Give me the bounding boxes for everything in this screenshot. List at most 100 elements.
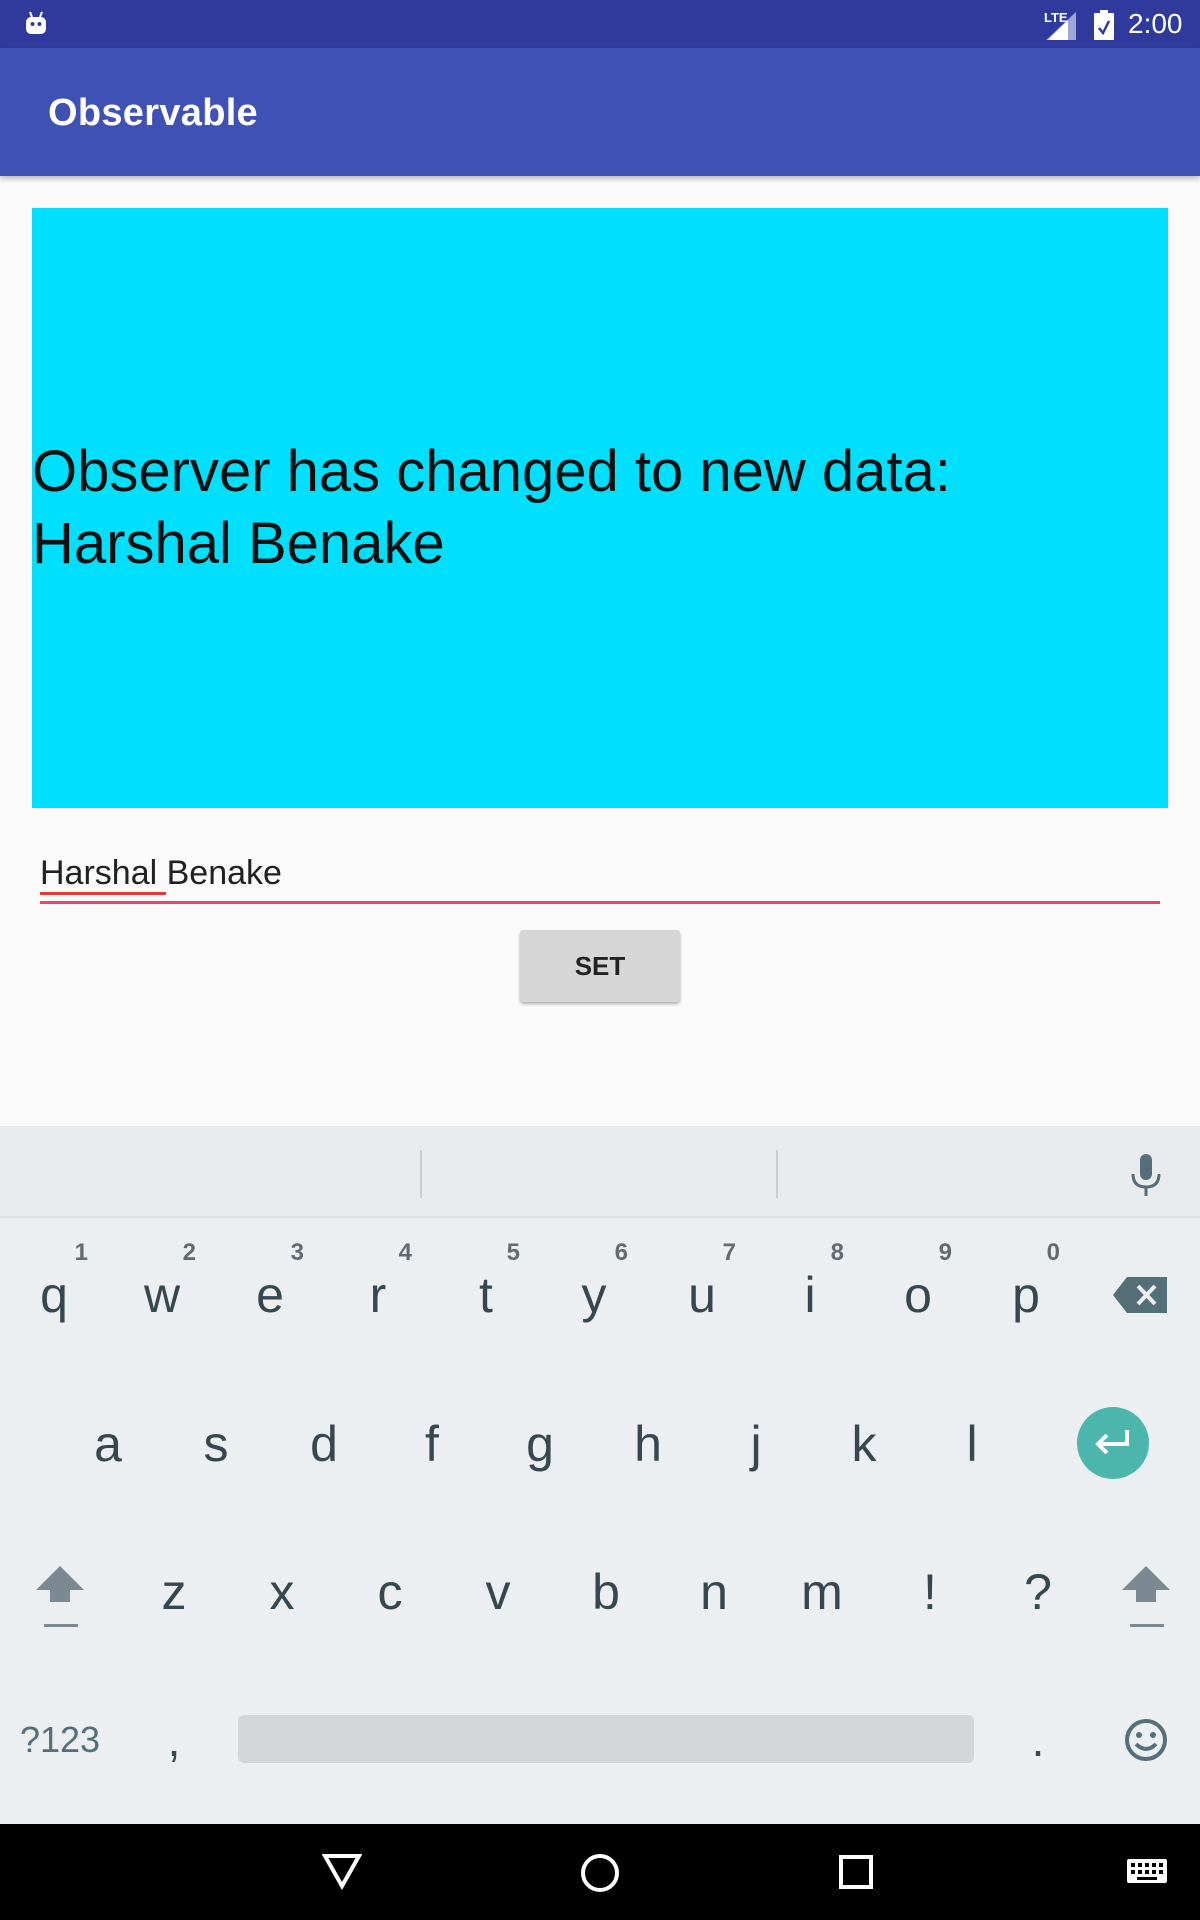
key-comma[interactable]: , <box>134 1700 214 1780</box>
key-e[interactable]: 3e <box>230 1239 310 1335</box>
key-label: ! <box>923 1564 937 1620</box>
shift-icon <box>1122 1566 1170 1627</box>
key-label: q <box>40 1267 68 1323</box>
key-label: e <box>256 1267 284 1323</box>
space-key[interactable] <box>238 1715 974 1763</box>
backspace-key[interactable] <box>1100 1255 1180 1335</box>
home-icon[interactable] <box>579 1852 621 1894</box>
key-label: r <box>369 1267 387 1323</box>
key-question[interactable]: ? <box>998 1552 1078 1632</box>
key-label: v <box>485 1564 511 1620</box>
key-r[interactable]: 4r <box>338 1239 418 1335</box>
key-c[interactable]: c <box>350 1552 430 1632</box>
enter-key[interactable] <box>1077 1407 1149 1479</box>
key-label: n <box>700 1564 728 1620</box>
key-hint: 6 <box>614 1239 628 1266</box>
key-hint: 3 <box>290 1239 304 1266</box>
key-label: h <box>634 1416 662 1472</box>
key-g[interactable]: g <box>500 1404 580 1484</box>
key-label: w <box>143 1267 181 1323</box>
key-x[interactable]: x <box>242 1552 322 1632</box>
key-hint: 9 <box>938 1239 952 1266</box>
symbols-key[interactable]: ?123 <box>10 1700 110 1780</box>
key-label: u <box>688 1267 716 1323</box>
enter-icon <box>1095 1430 1129 1455</box>
key-label: i <box>804 1267 816 1323</box>
key-label: x <box>269 1564 295 1620</box>
key-label: d <box>310 1416 338 1472</box>
key-label: s <box>203 1416 229 1472</box>
key-p[interactable]: 0p <box>986 1239 1066 1335</box>
key-label: l <box>966 1416 978 1472</box>
recents-icon[interactable] <box>838 1854 874 1890</box>
key-label: z <box>161 1564 187 1620</box>
key-q[interactable]: 1q <box>14 1239 94 1335</box>
battery-icon <box>1094 10 1114 40</box>
key-hint: 7 <box>722 1239 736 1266</box>
key-v[interactable]: v <box>458 1552 538 1632</box>
suggestion-divider <box>420 1150 422 1198</box>
key-y[interactable]: 6y <box>554 1239 634 1335</box>
key-u[interactable]: 7u <box>662 1239 742 1335</box>
key-d[interactable]: d <box>284 1404 364 1484</box>
android-icon <box>26 11 46 34</box>
keyboard-switch-icon[interactable] <box>1126 1858 1168 1888</box>
name-input-value: Harshal Benake <box>40 854 282 892</box>
shift-key-right[interactable] <box>1106 1548 1186 1648</box>
key-label: t <box>479 1267 493 1323</box>
navigation-bar <box>0 1824 1200 1920</box>
key-label: b <box>592 1564 620 1620</box>
key-period[interactable]: . <box>998 1700 1078 1780</box>
backspace-icon <box>1113 1277 1167 1313</box>
key-b[interactable]: b <box>566 1552 646 1632</box>
shift-icon <box>36 1566 84 1627</box>
key-j[interactable]: j <box>716 1404 796 1484</box>
observer-text-line1: Observer has changed to new data: <box>32 439 951 504</box>
name-input[interactable]: Harshal Benake <box>40 846 1160 904</box>
key-label: ? <box>1024 1564 1052 1620</box>
key-label: p <box>1012 1267 1040 1323</box>
key-hint: 1 <box>74 1239 88 1266</box>
key-label: j <box>750 1416 762 1472</box>
key-label: y <box>581 1267 607 1323</box>
key-exclamation[interactable]: ! <box>890 1552 970 1632</box>
mic-icon[interactable] <box>1128 1154 1164 1198</box>
key-hint: 0 <box>1046 1239 1060 1266</box>
key-w[interactable]: 2w <box>122 1239 202 1335</box>
key-label: g <box>526 1416 554 1472</box>
key-o[interactable]: 9o <box>878 1239 958 1335</box>
key-i[interactable]: 8i <box>770 1239 850 1335</box>
status-clock: 2:00 <box>1128 8 1183 39</box>
observer-panel: Observer has changed to new data: Harsha… <box>32 208 1168 808</box>
key-label: c <box>377 1564 403 1620</box>
back-icon[interactable] <box>322 1852 362 1890</box>
key-s[interactable]: s <box>176 1404 256 1484</box>
emoji-key[interactable] <box>1106 1700 1186 1780</box>
spellcheck-underline <box>40 892 166 895</box>
key-t[interactable]: 5t <box>446 1239 526 1335</box>
signal-icon <box>1046 12 1076 40</box>
key-z[interactable]: z <box>134 1552 214 1632</box>
shift-key-left[interactable] <box>20 1548 100 1648</box>
key-a[interactable]: a <box>68 1404 148 1484</box>
key-n[interactable]: n <box>674 1552 754 1632</box>
set-button[interactable]: SET <box>520 930 680 1002</box>
key-label: m <box>801 1564 843 1620</box>
observer-text-line2: Harshal Benake <box>32 511 445 576</box>
key-hint: 2 <box>182 1239 196 1266</box>
key-hint: 5 <box>506 1239 520 1266</box>
observer-text: Observer has changed to new data: Harsha… <box>32 436 951 580</box>
key-f[interactable]: f <box>392 1404 472 1484</box>
app-screen: LTE 2:00 Observable Observer has changed… <box>0 0 1200 1920</box>
app-bar: Observable <box>0 48 1200 176</box>
key-h[interactable]: h <box>608 1404 688 1484</box>
suggestion-divider <box>776 1150 778 1198</box>
suggestion-bar <box>0 1126 1200 1218</box>
emoji-icon <box>1125 1719 1167 1761</box>
key-hint: 4 <box>398 1239 412 1266</box>
key-m[interactable]: m <box>782 1552 862 1632</box>
key-k[interactable]: k <box>824 1404 904 1484</box>
key-hint: 8 <box>830 1239 844 1266</box>
key-label: o <box>904 1267 932 1323</box>
key-l[interactable]: l <box>932 1404 1012 1484</box>
